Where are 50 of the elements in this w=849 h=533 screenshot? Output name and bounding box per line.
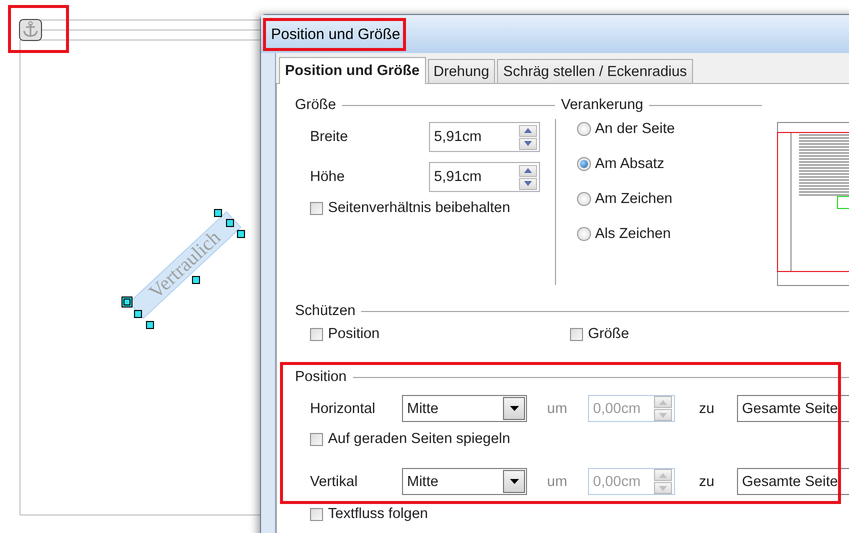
field-label: Horizontal — [310, 400, 376, 416]
radio-label: An der Seite — [595, 121, 675, 137]
radio-button[interactable] — [577, 192, 591, 206]
radio-button[interactable] — [577, 227, 591, 241]
spin-up-icon[interactable] — [519, 164, 537, 176]
spin-up-icon[interactable] — [519, 124, 537, 136]
field-label: Vertikal — [310, 474, 359, 490]
checkbox[interactable] — [570, 328, 583, 340]
spin-down-icon[interactable] — [519, 178, 537, 190]
spin-field[interactable]: 5,91cm — [429, 162, 540, 192]
spin-field[interactable]: 5,91cm — [429, 122, 540, 152]
tab[interactable]: Drehung — [428, 59, 496, 83]
resize-handle[interactable] — [122, 296, 132, 308]
radio-label: Als Zeichen — [595, 226, 671, 242]
dropdown[interactable]: Gesamte Seite — [737, 468, 849, 495]
dropdown[interactable]: Mitte — [402, 468, 527, 495]
group-heading: Größe — [295, 97, 336, 113]
window-title: Position und Größe — [271, 26, 400, 42]
highlight-frame — [8, 5, 69, 53]
dropdown[interactable]: Gesamte Seite — [737, 395, 849, 422]
group-heading: Schützen — [295, 303, 356, 319]
radio-label: Am Zeichen — [595, 191, 672, 207]
checkbox-label: Größe — [588, 326, 630, 342]
tab[interactable]: Schräg stellen / Eckenradius — [497, 59, 693, 83]
checkbox-label: Seitenverhältnis beibehalten — [328, 200, 510, 216]
field-label: um — [547, 474, 568, 490]
radio-label: Am Absatz — [595, 156, 664, 172]
caret-icon — [510, 479, 518, 484]
spin-down-icon[interactable] — [519, 138, 537, 150]
checkbox[interactable] — [310, 508, 323, 520]
field-label: Höhe — [310, 169, 346, 185]
caret-icon — [510, 406, 518, 411]
checkbox[interactable] — [310, 432, 323, 446]
dropdown[interactable]: Mitte — [402, 395, 527, 422]
checkbox-label: Position — [328, 326, 380, 342]
checkbox[interactable] — [310, 202, 323, 214]
field-label: Breite — [310, 129, 349, 145]
checkbox-label: Textfluss folgen — [328, 506, 428, 522]
group-heading: Verankerung — [561, 97, 644, 113]
resize-handle[interactable] — [192, 276, 200, 284]
field-label: um — [547, 400, 568, 416]
radio-button[interactable] — [577, 122, 591, 136]
tab[interactable]: Position und Größe — [279, 57, 426, 84]
checkbox[interactable] — [310, 328, 323, 340]
field-label: zu — [699, 474, 716, 490]
field-label: zu — [699, 400, 716, 416]
anchor-icon — [19, 19, 42, 41]
radio-button[interactable] — [577, 157, 591, 171]
group-heading: Position — [295, 369, 347, 385]
checkbox-label: Auf geraden Seiten spiegeln — [328, 431, 510, 447]
